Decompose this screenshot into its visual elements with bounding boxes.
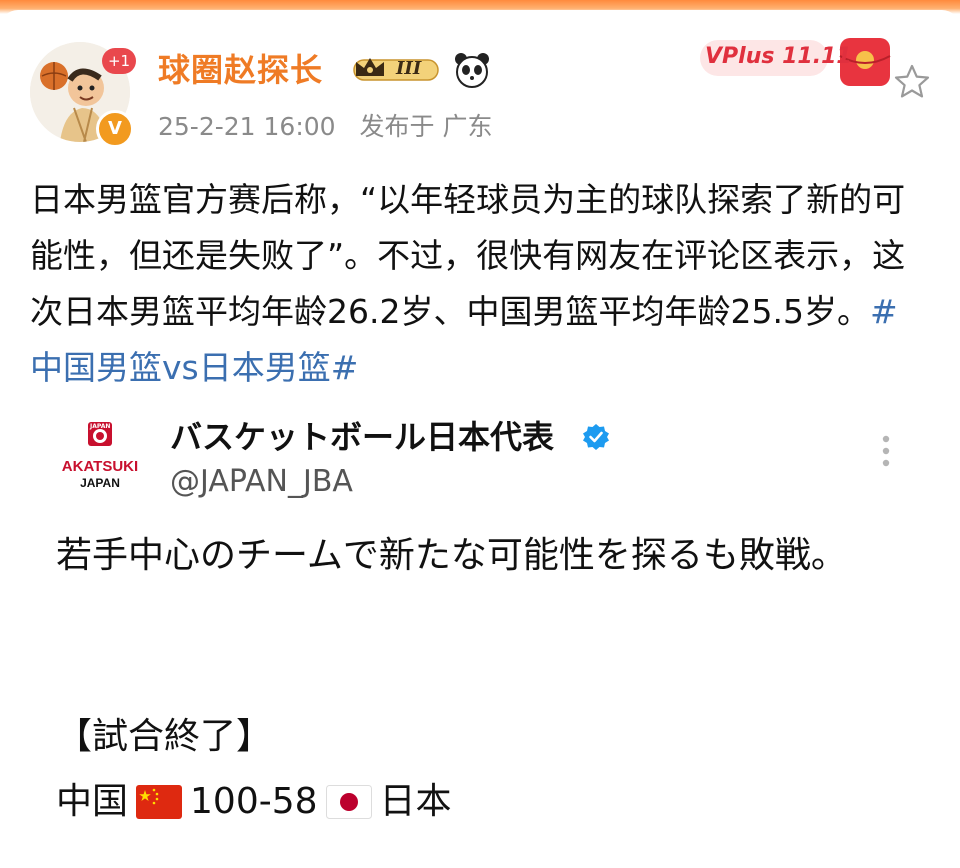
username[interactable]: 球圈赵探长 (158, 50, 323, 90)
post-timestamp: 25-2-21 16:00 (158, 112, 336, 141)
japan-flag-icon (325, 785, 372, 819)
score-line: 中国 100-58 日本 (56, 778, 452, 826)
panda-icon (452, 50, 492, 90)
china-flag-icon (136, 785, 183, 819)
avatar-plus-badge: +1 (102, 48, 136, 74)
level-badge-text: III (396, 58, 422, 79)
post-source: 发布于 广东 (359, 112, 493, 141)
logo-sub-text: JAPAN (80, 476, 120, 490)
away-team: 日本 (379, 781, 452, 822)
akatsuki-japan-logo[interactable]: JAPAN AKATSUKI JAPAN (58, 422, 142, 496)
post-body: 日本男篮官方赛后称，“以年轻球员为主的球队探索了新的可能性，但还是失败了”。不过… (30, 172, 930, 396)
match-score: 100-58 (190, 781, 318, 822)
verified-v-badge: V (96, 110, 134, 148)
more-vertical-icon[interactable] (876, 434, 896, 468)
tweet-account-name[interactable]: バスケットボール日本代表 (170, 416, 554, 458)
logo-main-text: AKATSUKI (61, 458, 139, 475)
home-team: 中国 (56, 781, 129, 822)
post-text: 日本男篮官方赛后称，“以年轻球员为主的球队探索了新的可能性，但还是失败了”。不过… (30, 180, 906, 331)
verified-check-icon (582, 423, 610, 451)
tweet-body: 若手中心のチームで新たな可能性を探るも敗戦。 (56, 535, 847, 576)
tweet-handle[interactable]: @JAPAN_JBA (170, 462, 353, 502)
level-badge[interactable]: III (350, 54, 442, 86)
post-meta: 25-2-21 16:00 发布于 广东 (158, 110, 508, 144)
star-outline-icon[interactable] (892, 62, 932, 102)
vplus-label: VPlus 11.11 (705, 44, 852, 69)
result-title: 【試合終了】 (56, 716, 273, 757)
logo-top-text: JAPAN (90, 423, 111, 430)
